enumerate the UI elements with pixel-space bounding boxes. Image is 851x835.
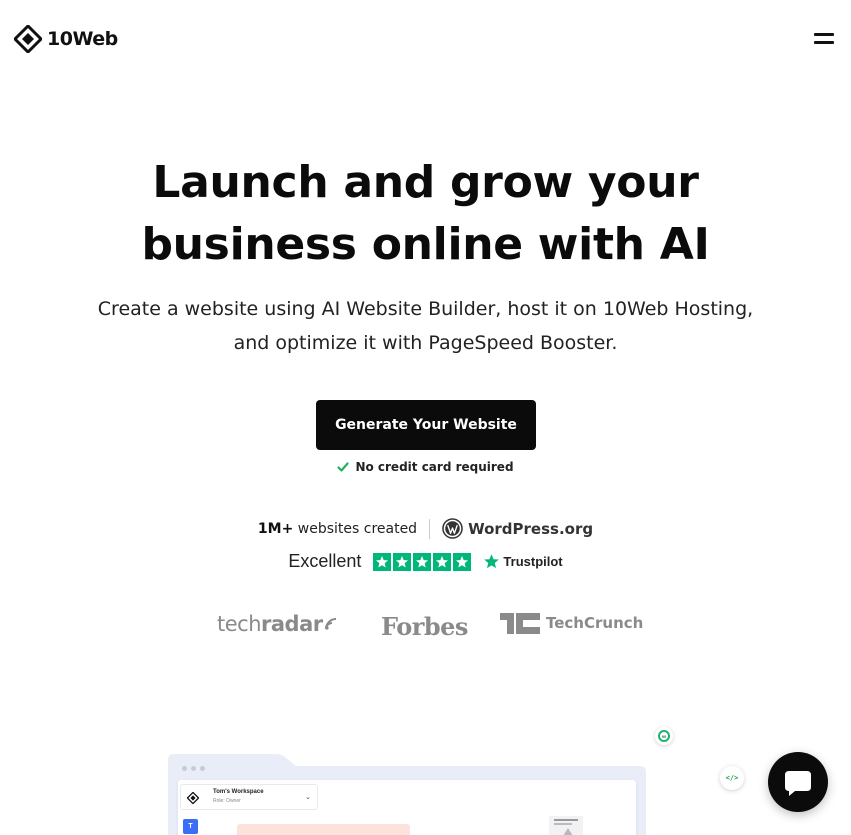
wordpress-label: WordPress.org xyxy=(468,519,594,538)
trustpilot-brand: Trustpilot xyxy=(503,554,563,569)
pagespeed-score: 90 xyxy=(658,730,670,742)
no-credit-card-note: No credit card required xyxy=(0,460,851,474)
trustpilot-logo: Trustpilot xyxy=(483,553,563,570)
pagespeed-score-badge: 90 xyxy=(655,727,673,745)
dashboard-preview: Tom's Workspace Role: Owner ⌄ T xyxy=(168,754,646,835)
trustpilot-star-icon xyxy=(484,554,500,569)
rss-icon xyxy=(324,618,336,630)
techcrunch-text: TechCrunch xyxy=(546,614,644,632)
code-badge-icon: </> xyxy=(720,766,744,790)
star-icon xyxy=(373,552,392,571)
code-badge: </> xyxy=(725,774,739,782)
hero-subtitle-line-1: Create a website using AI Website Builde… xyxy=(97,298,754,320)
websites-created: 1M+ websites created xyxy=(258,521,417,537)
wordpress-badge: WordPress.org xyxy=(442,518,593,539)
no-credit-card-text: No credit card required xyxy=(355,460,514,474)
chat-bubble-icon xyxy=(785,771,811,796)
hamburger-menu-icon[interactable] xyxy=(814,31,834,47)
star-icon xyxy=(413,552,432,571)
window-dots xyxy=(182,766,205,771)
techcrunch-logo: TechCrunch xyxy=(500,612,643,634)
star-icon xyxy=(453,552,472,571)
hero-title-line-1: Launch and grow your xyxy=(152,157,699,208)
techradar-logo-part-1: tech xyxy=(217,612,262,636)
hero-title: Launch and grow your business online wit… xyxy=(0,152,851,276)
rating-stars xyxy=(373,552,472,571)
websites-count: 1M+ xyxy=(257,520,294,537)
hero-subtitle: Create a website using AI Website Builde… xyxy=(0,292,851,360)
press-logos: tech radar Forbes TechCrunch xyxy=(0,612,851,642)
techcrunch-mark-icon xyxy=(500,613,540,634)
forbes-logo: Forbes xyxy=(381,612,468,641)
site-header: 10Web xyxy=(0,0,851,78)
chevron-down-icon: ⌄ xyxy=(305,794,311,801)
hero-title-line-2: business online with AI xyxy=(141,219,710,270)
10web-logo-icon xyxy=(187,792,199,804)
10web-logo-icon xyxy=(14,25,42,53)
techradar-logo: tech radar xyxy=(217,612,338,636)
stats-row: 1M+ websites created WordPress.org xyxy=(0,518,851,539)
logo[interactable]: 10Web xyxy=(14,25,118,53)
hero-subtitle-line-2: and optimize it with PageSpeed Booster. xyxy=(233,332,618,354)
websites-count-label: websites created xyxy=(297,520,418,537)
logo-text: 10Web xyxy=(47,28,118,50)
wordpress-icon xyxy=(442,518,463,539)
checkmark-icon xyxy=(337,462,350,472)
chat-widget-button[interactable] xyxy=(768,752,828,812)
website-thumbnail xyxy=(549,816,583,835)
techradar-logo-part-2: radar xyxy=(261,612,323,636)
divider xyxy=(429,518,431,539)
avatar[interactable]: T xyxy=(183,819,198,834)
workspace-role: Role: Owner xyxy=(213,798,241,804)
star-icon xyxy=(433,552,452,571)
rating-label: Excellent xyxy=(288,551,362,571)
workspace-name: Tom's Workspace xyxy=(213,789,264,795)
workspace-selector[interactable]: Tom's Workspace Role: Owner ⌄ xyxy=(180,784,318,810)
star-icon xyxy=(393,552,412,571)
content-card xyxy=(237,824,410,835)
trustpilot-rating[interactable]: Excellent Trustpilot xyxy=(0,551,851,572)
generate-website-button[interactable]: Generate Your Website xyxy=(316,400,536,450)
